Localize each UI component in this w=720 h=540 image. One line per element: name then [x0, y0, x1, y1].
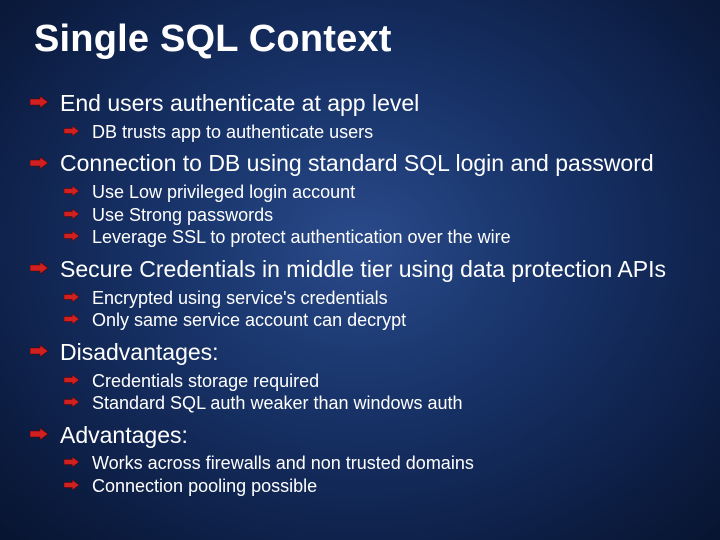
list-item: Disadvantages: Credentials storage requi… — [30, 338, 692, 415]
list-item-text: Advantages: — [60, 422, 188, 448]
list-item: Use Low privileged login account — [64, 181, 692, 204]
list-item-text: Connection to DB using standard SQL logi… — [60, 150, 654, 176]
list-item-text: Disadvantages: — [60, 339, 219, 365]
list-item-text: Use Low privileged login account — [92, 182, 355, 202]
list-item-text: DB trusts app to authenticate users — [92, 122, 373, 142]
sub-list: DB trusts app to authenticate users — [60, 121, 692, 144]
list-item: Credentials storage required — [64, 370, 692, 393]
slide: Single SQL Context End users authenticat… — [0, 0, 720, 497]
list-item: Works across firewalls and non trusted d… — [64, 452, 692, 475]
bullet-list: End users authenticate at app level DB t… — [30, 89, 692, 497]
bullet-icon — [30, 345, 48, 357]
bullet-icon — [64, 209, 79, 219]
bullet-icon — [64, 126, 79, 136]
list-item-text: Works across firewalls and non trusted d… — [92, 453, 474, 473]
list-item-text: Only same service account can decrypt — [92, 310, 406, 330]
bullet-icon — [30, 96, 48, 108]
list-item: Use Strong passwords — [64, 204, 692, 227]
bullet-icon — [64, 231, 79, 241]
slide-title: Single SQL Context — [34, 18, 692, 61]
list-item: Leverage SSL to protect authentication o… — [64, 226, 692, 249]
list-item-text: Encrypted using service's credentials — [92, 288, 388, 308]
list-item: Secure Credentials in middle tier using … — [30, 255, 692, 332]
sub-list: Credentials storage required Standard SQ… — [60, 370, 692, 415]
list-item: Only same service account can decrypt — [64, 309, 692, 332]
bullet-icon — [64, 186, 79, 196]
list-item: Standard SQL auth weaker than windows au… — [64, 392, 692, 415]
list-item-text: End users authenticate at app level — [60, 90, 419, 116]
bullet-icon — [64, 480, 79, 490]
list-item: Connection pooling possible — [64, 475, 692, 498]
list-item-text: Secure Credentials in middle tier using … — [60, 256, 666, 282]
list-item-text: Leverage SSL to protect authentication o… — [92, 227, 511, 247]
sub-list: Use Low privileged login account Use Str… — [60, 181, 692, 249]
bullet-icon — [64, 292, 79, 302]
bullet-icon — [64, 397, 79, 407]
list-item: Connection to DB using standard SQL logi… — [30, 149, 692, 248]
list-item-text: Credentials storage required — [92, 371, 319, 391]
list-item: Advantages: Works across firewalls and n… — [30, 421, 692, 498]
list-item-text: Connection pooling possible — [92, 476, 317, 496]
list-item: End users authenticate at app level DB t… — [30, 89, 692, 143]
bullet-icon — [64, 314, 79, 324]
bullet-icon — [64, 457, 79, 467]
bullet-icon — [30, 262, 48, 274]
list-item-text: Use Strong passwords — [92, 205, 273, 225]
sub-list: Encrypted using service's credentials On… — [60, 287, 692, 332]
sub-list: Works across firewalls and non trusted d… — [60, 452, 692, 497]
list-item: Encrypted using service's credentials — [64, 287, 692, 310]
bullet-icon — [30, 157, 48, 169]
list-item: DB trusts app to authenticate users — [64, 121, 692, 144]
list-item-text: Standard SQL auth weaker than windows au… — [92, 393, 463, 413]
bullet-icon — [30, 428, 48, 440]
bullet-icon — [64, 375, 79, 385]
